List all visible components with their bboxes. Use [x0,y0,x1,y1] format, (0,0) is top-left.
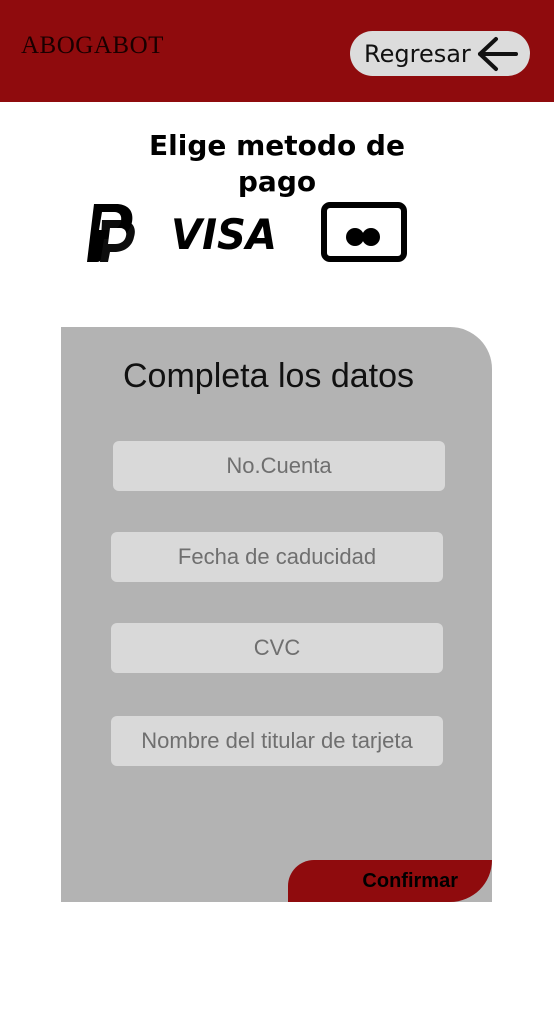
confirm-button[interactable]: Confirmar [288,860,492,902]
account-number-input[interactable] [113,441,445,491]
expiry-date-input[interactable] [111,532,443,582]
top-bar: ABOGABOT Regresar [0,0,554,102]
card-icon[interactable] [321,202,407,266]
payment-method-title: Elige metodo de pago [149,129,405,198]
form-title: Completa los datos [123,357,415,395]
paypal-icon[interactable] [84,202,136,268]
cardholder-name-input[interactable] [111,716,443,766]
back-button[interactable]: Regresar [350,31,530,76]
app-logo-text: ABOGABOT [21,32,164,59]
cvc-input[interactable] [111,623,443,673]
payment-form-panel: Completa los datos Confirmar [61,327,492,902]
visa-icon[interactable]: VISA [171,210,279,259]
svg-text:VISA: VISA [171,211,277,253]
back-button-label: Regresar [364,39,471,68]
arrow-left-icon [476,36,520,76]
